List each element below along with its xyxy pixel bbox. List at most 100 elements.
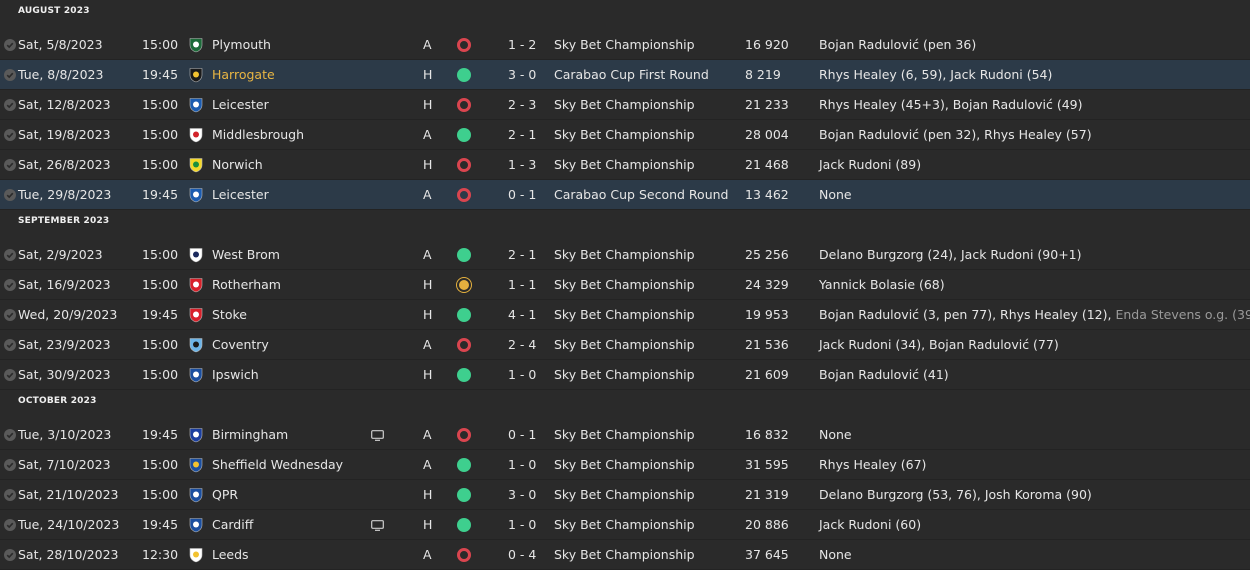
opponent-link[interactable]: Cardiff	[212, 510, 253, 540]
match-score[interactable]: 3 - 0	[508, 60, 536, 90]
venue-indicator: H	[423, 277, 433, 292]
match-score[interactable]: 1 - 0	[508, 510, 536, 540]
match-score[interactable]: 0 - 4	[508, 540, 536, 570]
competition-name[interactable]: Carabao Cup Second Round	[554, 180, 729, 210]
fixture-row[interactable]: Tue, 29/8/2023 19:45 Leicester A 0 - 1 Caraba…	[0, 180, 1250, 210]
competition-name[interactable]: Sky Bet Championship	[554, 240, 695, 270]
competition-name[interactable]: Sky Bet Championship	[554, 150, 695, 180]
kickoff-time: 15:00	[142, 157, 179, 172]
fixture-date: Sat, 19/8/2023	[18, 127, 111, 142]
opponent-link[interactable]: Rotherham	[212, 270, 281, 300]
month-header: AUGUST 2023	[18, 6, 90, 16]
match-score[interactable]: 1 - 0	[508, 360, 536, 390]
kickoff-time: 15:00	[142, 127, 179, 142]
competition-name[interactable]: Sky Bet Championship	[554, 90, 695, 120]
competition-name[interactable]: Sky Bet Championship	[554, 300, 695, 330]
fixture-row[interactable]: Wed, 20/9/2023 19:45 Stoke H 4 - 1 Sky Bet Ch…	[0, 300, 1250, 330]
opponent-link[interactable]: Ipswich	[212, 360, 259, 390]
opponent-link[interactable]: West Brom	[212, 240, 280, 270]
competition-name[interactable]: Sky Bet Championship	[554, 120, 695, 150]
competition-name[interactable]: Carabao Cup First Round	[554, 60, 709, 90]
venue-indicator: A	[423, 427, 432, 442]
fixture-row[interactable]: Sat, 23/9/2023 15:00 Coventry A 2 - 4 Sky Bet…	[0, 330, 1250, 360]
match-score[interactable]: 4 - 1	[508, 300, 536, 330]
opponent-link[interactable]: Harrogate	[212, 60, 275, 90]
match-score[interactable]: 0 - 1	[508, 180, 536, 210]
attendance: 16 920	[745, 37, 789, 52]
kickoff-time: 15:00	[142, 367, 179, 382]
scorers-text: None	[819, 427, 852, 442]
match-score[interactable]: 1 - 1	[508, 270, 536, 300]
fixture-row[interactable]: Sat, 5/8/2023 15:00 Plymouth A 1 - 2 Sky Bet …	[0, 30, 1250, 60]
goal-scorers: Bojan Radulović (41)	[819, 360, 949, 390]
scorers-text: Rhys Healey (67)	[819, 457, 927, 472]
fixture-row[interactable]: Tue, 24/10/2023 19:45 Cardiff H 1 - 0 Sky Bet…	[0, 510, 1250, 540]
match-score[interactable]: 1 - 0	[508, 450, 536, 480]
match-score[interactable]: 0 - 1	[508, 420, 536, 450]
fixture-row[interactable]: Sat, 26/8/2023 15:00 Norwich H 1 - 3 Sky Bet …	[0, 150, 1250, 180]
fixture-row[interactable]: Tue, 3/10/2023 19:45 Birmingham A 0 - 1 Sky B…	[0, 420, 1250, 450]
match-score[interactable]: 3 - 0	[508, 480, 536, 510]
fixture-row[interactable]: Sat, 19/8/2023 15:00 Middlesbrough A 2 - 1 Sk…	[0, 120, 1250, 150]
competition-name[interactable]: Sky Bet Championship	[554, 510, 695, 540]
fixture-row[interactable]: Sat, 12/8/2023 15:00 Leicester H 2 - 3 Sky Be…	[0, 90, 1250, 120]
venue-indicator: H	[423, 157, 433, 172]
kickoff-time: 15:00	[142, 457, 179, 472]
attendance: 19 953	[745, 307, 789, 322]
match-score[interactable]: 2 - 1	[508, 240, 536, 270]
venue-indicator: H	[423, 67, 433, 82]
match-score[interactable]: 1 - 3	[508, 150, 536, 180]
attendance: 25 256	[745, 247, 789, 262]
competition-name[interactable]: Sky Bet Championship	[554, 330, 695, 360]
fixture-row[interactable]: Sat, 2/9/2023 15:00 West Brom A 2 - 1 Sky Bet…	[0, 240, 1250, 270]
opponent-link[interactable]: Plymouth	[212, 30, 271, 60]
venue-indicator: A	[423, 337, 432, 352]
goal-scorers: Rhys Healey (45+3), Bojan Radulović (49)	[819, 90, 1082, 120]
fixture-row[interactable]: Sat, 7/10/2023 15:00 Sheffield Wednesday A 1…	[0, 450, 1250, 480]
fixtures-list: AUGUST 2023 Sat, 5/8/2023 15:00 Plymouth A 1 …	[0, 0, 1250, 570]
competition-name[interactable]: Sky Bet Championship	[554, 360, 695, 390]
match-score[interactable]: 1 - 2	[508, 30, 536, 60]
opponent-link[interactable]: Leicester	[212, 90, 269, 120]
attendance: 21 536	[745, 337, 789, 352]
kickoff-time: 15:00	[142, 37, 179, 52]
fixture-row[interactable]: Tue, 8/8/2023 19:45 Harrogate H 3 - 0 Carabao…	[0, 60, 1250, 90]
opponent-link[interactable]: Stoke	[212, 300, 247, 330]
opponent-link[interactable]: Norwich	[212, 150, 263, 180]
kickoff-time: 15:00	[142, 487, 179, 502]
goal-scorers: None	[819, 420, 852, 450]
competition-name[interactable]: Sky Bet Championship	[554, 30, 695, 60]
goal-scorers: Delano Burgzorg (53, 76), Josh Koroma (9…	[819, 480, 1092, 510]
scorers-text: Bojan Radulović (3, pen 77), Rhys Healey…	[819, 307, 1116, 322]
fixture-row[interactable]: Sat, 21/10/2023 15:00 QPR H 3 - 0 Sky Bet Cha…	[0, 480, 1250, 510]
competition-name[interactable]: Sky Bet Championship	[554, 270, 695, 300]
fixture-row[interactable]: Sat, 28/10/2023 12:30 Leeds A 0 - 4 Sky Bet C…	[0, 540, 1250, 570]
match-score[interactable]: 2 - 4	[508, 330, 536, 360]
match-score[interactable]: 2 - 1	[508, 120, 536, 150]
competition-name[interactable]: Sky Bet Championship	[554, 420, 695, 450]
opponent-link[interactable]: Sheffield Wednesday	[212, 450, 343, 480]
attendance: 31 595	[745, 457, 789, 472]
competition-name[interactable]: Sky Bet Championship	[554, 480, 695, 510]
kickoff-time: 15:00	[142, 247, 179, 262]
fixture-date: Sat, 28/10/2023	[18, 547, 119, 562]
opponent-link[interactable]: Coventry	[212, 330, 269, 360]
kickoff-time: 19:45	[142, 187, 179, 202]
match-score[interactable]: 2 - 3	[508, 90, 536, 120]
kickoff-time: 19:45	[142, 427, 179, 442]
fixture-row[interactable]: Sat, 30/9/2023 15:00 Ipswich H 1 - 0 Sky Bet …	[0, 360, 1250, 390]
opponent-link[interactable]: Birmingham	[212, 420, 288, 450]
scorers-text: Rhys Healey (45+3), Bojan Radulović (49)	[819, 97, 1083, 112]
venue-indicator: H	[423, 367, 433, 382]
venue-indicator: H	[423, 517, 433, 532]
fixture-date: Sat, 2/9/2023	[18, 247, 103, 262]
goal-scorers: Rhys Healey (6, 59), Jack Rudoni (54)	[819, 60, 1052, 90]
competition-name[interactable]: Sky Bet Championship	[554, 540, 695, 570]
opponent-link[interactable]: Leicester	[212, 180, 269, 210]
opponent-link[interactable]: Leeds	[212, 540, 249, 570]
competition-name[interactable]: Sky Bet Championship	[554, 450, 695, 480]
fixture-row[interactable]: Sat, 16/9/2023 15:00 Rotherham H 1 - 1 Sky Be…	[0, 270, 1250, 300]
opponent-link[interactable]: Middlesbrough	[212, 120, 304, 150]
venue-indicator: A	[423, 187, 432, 202]
opponent-link[interactable]: QPR	[212, 480, 238, 510]
